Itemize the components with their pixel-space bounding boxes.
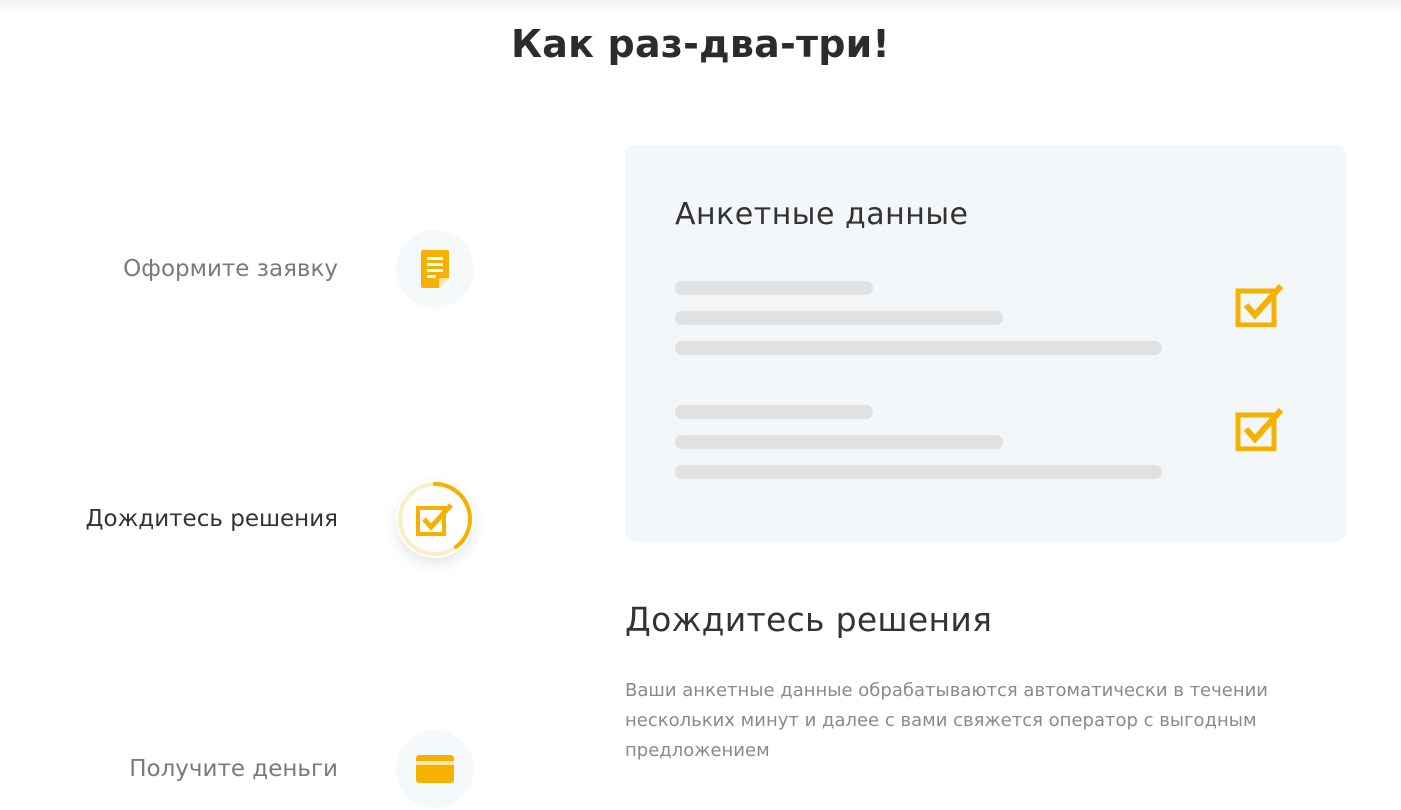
form-preview-card: Анкетные данные [625, 145, 1346, 542]
step-wait-decision[interactable]: Дождитесь решения [0, 474, 480, 564]
card-title: Анкетные данные [675, 197, 969, 232]
step-apply[interactable]: Оформите заявку [0, 224, 480, 314]
step-label: Дождитесь решения [85, 506, 338, 532]
step-description-title: Дождитесь решения [625, 600, 993, 639]
step-description-text: Ваши анкетные данные обрабатываются авто… [625, 680, 1269, 761]
step-label: Оформите заявку [123, 256, 338, 282]
placeholder-bar [675, 311, 1003, 325]
card-icon [416, 755, 454, 783]
page: Как раз-два-три! Оформите заявку Дождите… [0, 0, 1401, 810]
step-label: Получите деньги [129, 756, 338, 782]
placeholder-bar [675, 435, 1003, 449]
placeholder-bar [675, 341, 1162, 355]
section-title: Как раз-два-три! [511, 22, 890, 66]
top-shadow [0, 0, 1401, 14]
step-get-money[interactable]: Получите деньги [0, 724, 480, 810]
checkbox-icon [416, 503, 453, 536]
checkbox-icon [1235, 407, 1284, 451]
document-icon [421, 250, 449, 288]
step-icon-circle [396, 730, 474, 808]
step-icon-circle [396, 230, 474, 308]
placeholder-bar [675, 465, 1162, 479]
placeholder-bar [675, 405, 873, 419]
checkbox-icon [1235, 283, 1284, 327]
step-icon-circle [396, 480, 474, 558]
placeholder-bar [675, 281, 873, 295]
